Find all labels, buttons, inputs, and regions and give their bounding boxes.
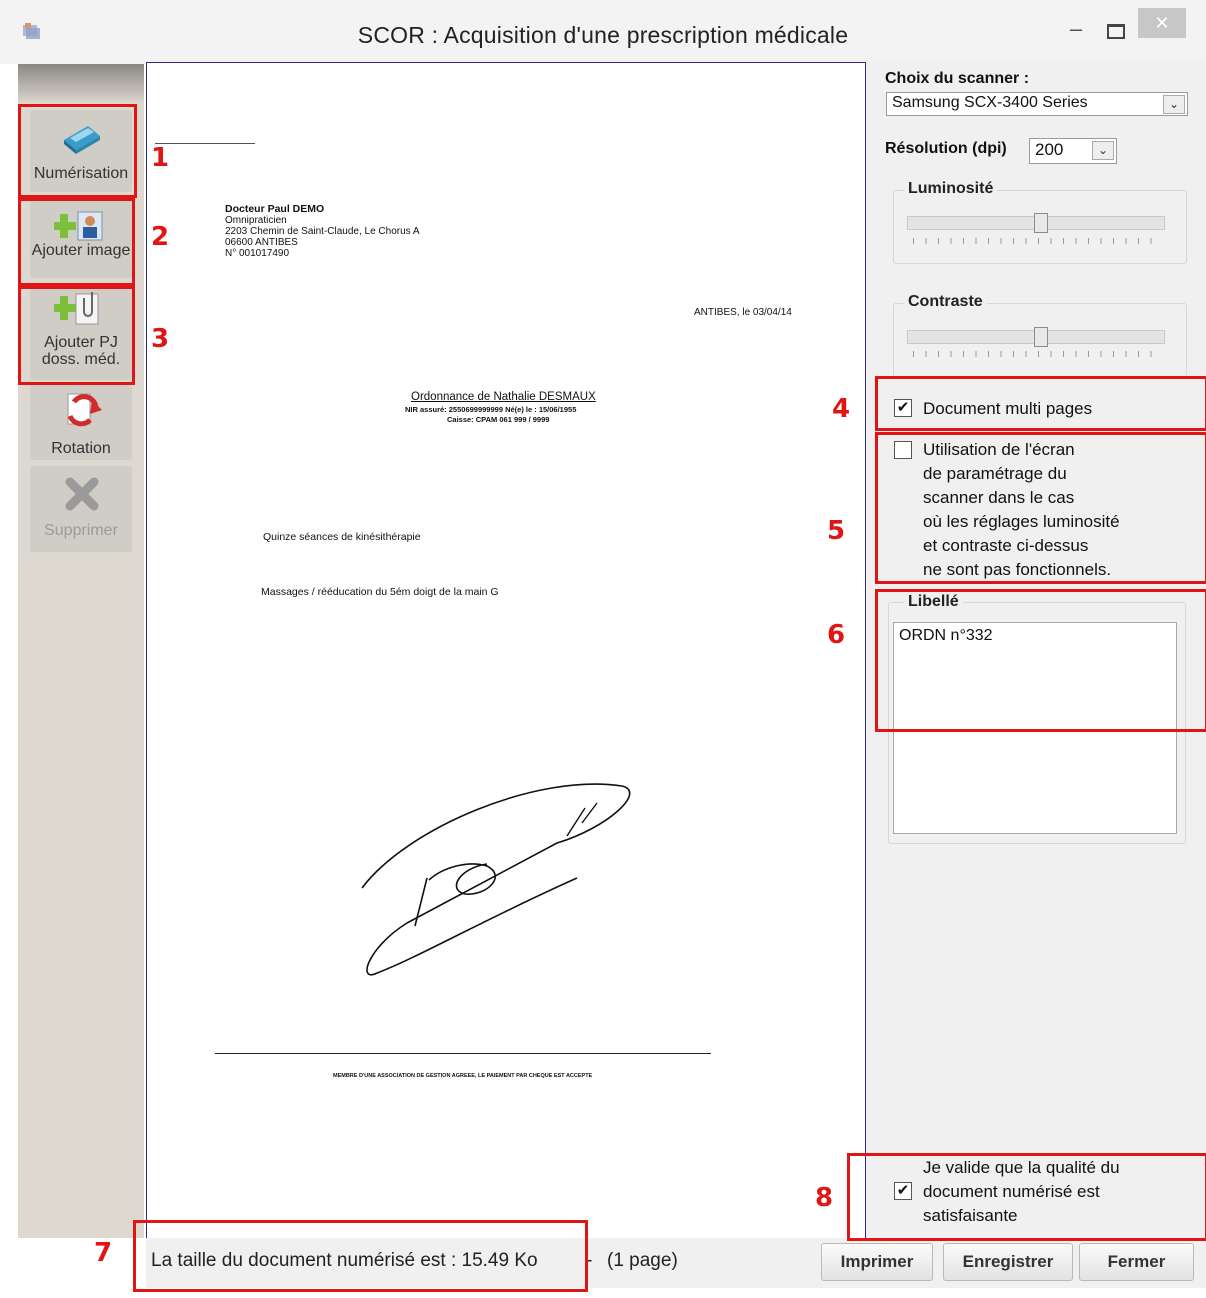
doc-footer-text: MEMBRE D'UNE ASSOCIATION DE GESTION AGRE… [333, 1073, 593, 1079]
brightness-label: Luminosité [904, 180, 998, 198]
doc-top-rule [155, 143, 255, 144]
resolution-label: Résolution (dpi) [885, 140, 1007, 157]
brightness-slider-thumb[interactable] [1034, 213, 1049, 233]
doc-number: N° 001017490 [225, 248, 290, 259]
resolution-value: 200 [1035, 140, 1064, 159]
doc-line-1: Quinze séances de kinésithérapie [263, 531, 421, 543]
doc-city: 06600 ANTIBES [225, 237, 298, 248]
scanner-value: Samsung SCX-3400 Series [892, 94, 1088, 111]
scanner-select[interactable]: Samsung SCX-3400 Series ⌄ [886, 92, 1188, 116]
chevron-down-icon: ⌄ [1163, 95, 1185, 114]
annotation-number-5: 5 [827, 516, 846, 546]
annotation-box-2 [18, 198, 135, 286]
minimize-button[interactable]: – [1062, 16, 1090, 44]
annotation-number-4: 4 [832, 394, 851, 424]
annotation-number-8: 8 [815, 1183, 834, 1213]
doc-fund-line: Caisse: CPAM 061 999 / 9999 [447, 415, 550, 424]
doc-line-2: Massages / rééducation du 5ém doigt de l… [261, 586, 499, 598]
delete-label: Supprimer [44, 522, 118, 539]
maximize-icon [1107, 24, 1125, 39]
contrast-label: Contraste [904, 293, 987, 311]
delete-x-icon [65, 477, 99, 511]
rotate-label: Rotation [51, 440, 111, 457]
scanner-label: Choix du scanner : [885, 70, 1030, 87]
annotation-box-6 [875, 589, 1206, 732]
annotation-box-5 [875, 432, 1206, 584]
annotation-number-1: 1 [151, 143, 170, 173]
annotation-number-7: 7 [94, 1238, 113, 1268]
annotation-number-2: 2 [151, 222, 170, 252]
toolbar-header [18, 64, 144, 104]
close-window-button[interactable]: Fermer [1079, 1243, 1194, 1281]
doc-signature [361, 783, 631, 976]
maximize-button[interactable] [1100, 16, 1128, 44]
annotation-box-7 [133, 1220, 588, 1292]
doc-specialty: Omnipraticien [225, 215, 287, 226]
pages-text: (1 page) [607, 1250, 678, 1271]
save-button[interactable]: Enregistrer [943, 1243, 1073, 1281]
brightness-ticks [913, 238, 1163, 244]
annotation-box-3 [18, 286, 135, 385]
document-viewer[interactable]: Docteur Paul DEMO Omnipraticien 2203 Che… [146, 62, 866, 1240]
doc-date-line: ANTIBES, le 03/04/14 [694, 307, 792, 318]
annotation-box-1 [18, 104, 137, 198]
annotation-number-3: 3 [151, 324, 170, 354]
rotate-button[interactable]: Rotation [30, 384, 132, 460]
contrast-slider-thumb[interactable] [1034, 327, 1049, 347]
annotation-box-4 [875, 376, 1206, 431]
delete-button[interactable]: Supprimer [30, 466, 132, 552]
annotation-box-8 [847, 1153, 1206, 1241]
doc-prescription-title: Ordonnance de Nathalie DESMAUX [411, 391, 596, 403]
doc-doctor-name: Docteur Paul DEMO [225, 203, 325, 215]
window-title: SCOR : Acquisition d'une prescription mé… [357, 22, 849, 48]
resolution-select[interactable]: 200 ⌄ [1029, 138, 1117, 164]
annotation-number-6: 6 [827, 620, 846, 650]
doc-insured-line: NIR assuré: 2550699999999 Né(e) le : 15/… [405, 405, 577, 414]
rotate-icon [67, 393, 102, 427]
chevron-down-icon: ⌄ [1092, 141, 1114, 160]
print-button[interactable]: Imprimer [821, 1243, 933, 1281]
doc-address: 2203 Chemin de Saint-Claude, Le Chorus A [225, 226, 420, 237]
doc-footer-rule [215, 1053, 711, 1054]
close-button[interactable]: ✕ [1138, 8, 1186, 38]
contrast-ticks [913, 351, 1163, 357]
